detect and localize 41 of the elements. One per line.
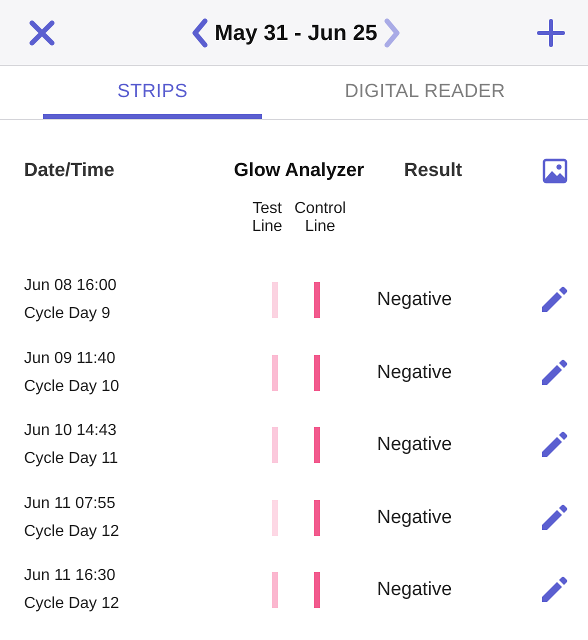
column-subheader: Control Line <box>294 200 346 236</box>
add-button[interactable] <box>536 18 566 48</box>
cycle-day: Cycle Day 10 <box>24 378 194 396</box>
edit-button[interactable] <box>540 431 568 460</box>
column-header: Glow Analyzer <box>232 160 366 182</box>
edit-button[interactable] <box>540 504 568 532</box>
result-text: Negative <box>377 506 453 529</box>
column-header: Date/Time <box>24 160 116 182</box>
image-icon[interactable] <box>542 158 568 184</box>
chevron-left-icon <box>190 18 209 48</box>
result-text: Negative <box>377 579 453 602</box>
edit-button[interactable] <box>540 576 568 604</box>
cycle-day: Cycle Day 9 <box>24 305 194 324</box>
result-text: Negative <box>377 362 453 384</box>
date-time: Jun 11 07:55 <box>24 494 116 513</box>
cycle-day: Cycle Day 12 <box>24 595 194 614</box>
pencil-icon <box>540 576 568 604</box>
cycle-day: Cycle Day 11 <box>24 450 194 468</box>
date-time: Jun 11 16:30 <box>24 567 116 586</box>
pencil-icon <box>540 358 568 387</box>
pencil-icon <box>540 504 568 532</box>
close-button[interactable] <box>28 18 56 46</box>
column-subheader: Test Line <box>252 200 282 236</box>
plus-icon <box>536 18 566 48</box>
date-time: Jun 10 14:43 <box>24 422 118 440</box>
column-header: Result <box>404 160 464 182</box>
date-range: May 31 - Jun 25 <box>214 20 378 46</box>
date-time: Jun 08 16:00 <box>24 277 118 296</box>
result-text: Negative <box>377 289 453 312</box>
pencil-icon <box>540 286 568 314</box>
edit-button[interactable] <box>540 358 568 387</box>
pencil-icon <box>540 431 568 460</box>
previous-button[interactable] <box>190 18 209 48</box>
cycle-day: Cycle Day 12 <box>24 522 194 541</box>
result-text: Negative <box>377 434 453 456</box>
close-icon <box>28 18 56 46</box>
edit-button[interactable] <box>540 286 568 314</box>
tab[interactable]: STRIPS <box>43 66 262 119</box>
chevron-right-icon <box>383 18 402 48</box>
date-time: Jun 09 11:40 <box>24 350 116 368</box>
tab[interactable]: DIGITAL READER <box>262 66 588 119</box>
